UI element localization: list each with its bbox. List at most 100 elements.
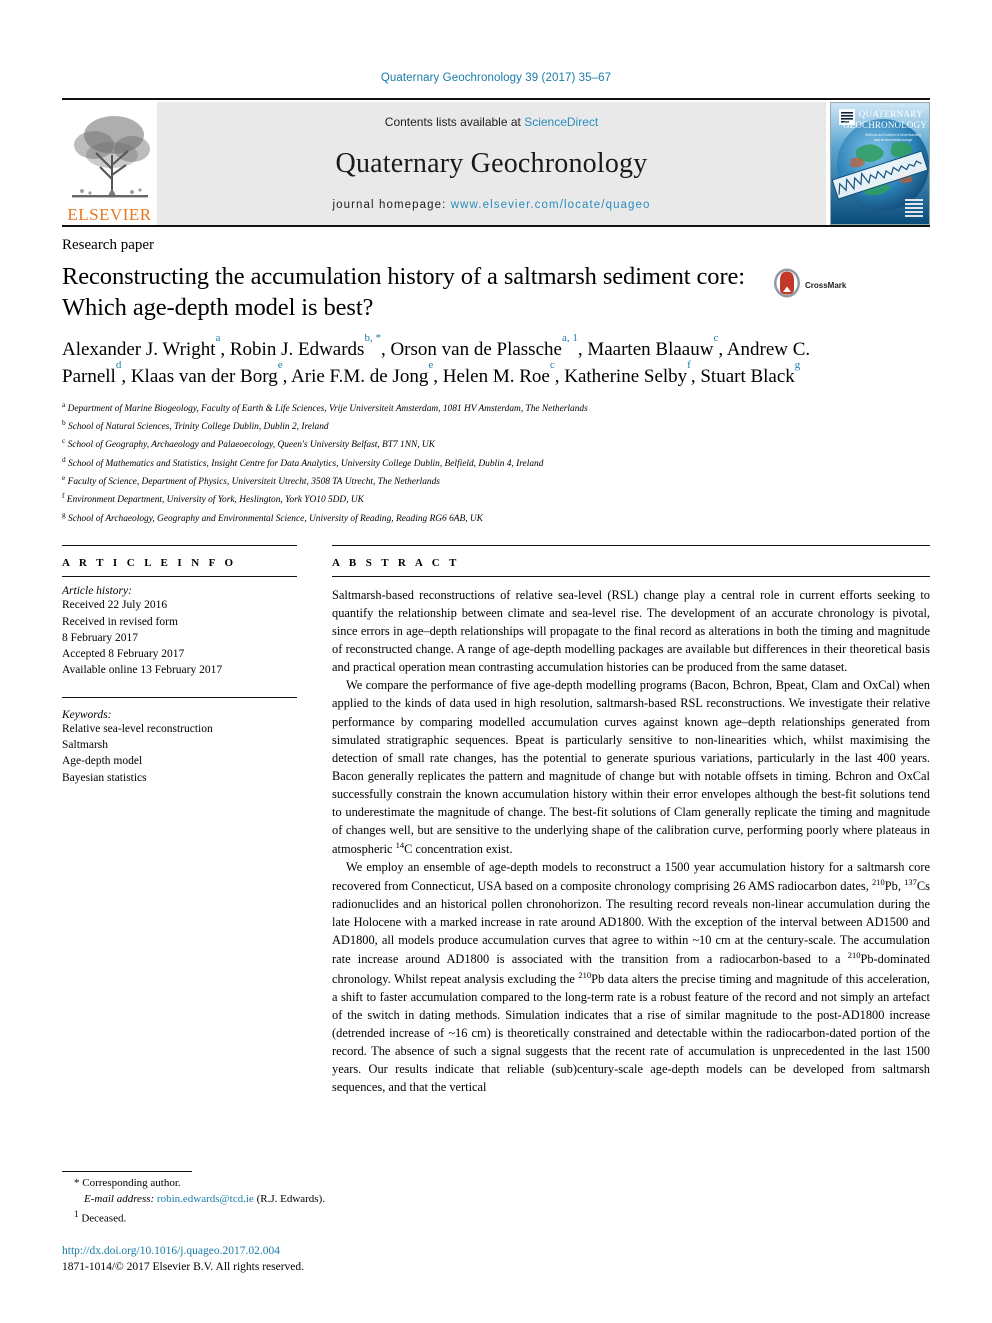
- copyright-line: 1871-1014/© 2017 Elsevier B.V. All right…: [62, 1260, 305, 1273]
- abstract-paragraph: We employ an ensemble of age-depth model…: [332, 860, 931, 1094]
- deceased-mark: 1: [74, 1209, 79, 1220]
- masthead-center-panel: Contents lists available at ScienceDirec…: [157, 102, 826, 225]
- author-affiliation-mark: e: [428, 359, 434, 372]
- article-info-column: A R T I C L E I N F O Article history: R…: [62, 545, 297, 1096]
- author-name: Maarten Blaauw: [587, 338, 714, 360]
- author-name: Orson van de Plassche: [390, 338, 562, 360]
- corresponding-text: Corresponding author.: [82, 1177, 181, 1190]
- deceased-text: Deceased.: [81, 1212, 127, 1225]
- keyword-item: Bayesian statistics: [62, 771, 147, 784]
- info-abstract-columns: A R T I C L E I N F O Article history: R…: [62, 545, 930, 1096]
- author-affiliation-mark: f: [687, 359, 691, 372]
- page-footnotes: * Corresponding author. E-mail address: …: [62, 1171, 482, 1275]
- contents-prefix: Contents lists available at: [384, 115, 525, 129]
- journal-cover-thumbnail: QUATERNARY GEOCHRONOLOGY Methods and Sci…: [830, 102, 930, 225]
- keyword-item: Saltmarsh: [62, 739, 108, 752]
- author-affiliation-mark: b, *: [364, 332, 381, 345]
- elsevier-wordmark: ELSEVIER: [67, 205, 152, 224]
- article-history-line: Received 22 July 2016: [62, 599, 168, 612]
- affiliation-item: a Department of Marine Biogeology, Facul…: [62, 399, 588, 414]
- svg-text:Methods and Science of Underst: Methods and Science of Understanding: [865, 133, 921, 137]
- abstract-paragraph: We compare the performance of five age-d…: [332, 678, 930, 856]
- affiliation-mark: b: [62, 418, 66, 428]
- author-affiliation-mark: a, 1: [561, 332, 578, 345]
- paper-type-label: Research paper: [62, 237, 155, 253]
- email-address-link[interactable]: robin.edwards@tcd.ie: [157, 1193, 254, 1205]
- affiliation-item: f Environment Department, University of …: [62, 491, 364, 506]
- article-history-line: Accepted 8 February 2017: [62, 648, 185, 661]
- affiliation-mark: f: [62, 491, 65, 501]
- elsevier-logo: ELSEVIER: [62, 102, 157, 225]
- crossmark-badge[interactable]: CrossMark: [772, 268, 846, 303]
- masthead-bottom-rule: [62, 225, 930, 227]
- email-suffix: (R.J. Edwards).: [256, 1193, 325, 1206]
- abstract-body: Saltmarsh-based reconstructions of relat…: [332, 586, 930, 1096]
- keyword-item: Relative sea-level reconstruction: [62, 722, 213, 735]
- affiliation-item: b School of Natural Sciences, Trinity Co…: [62, 418, 329, 433]
- article-history-lines: Received 22 July 2016 Received in revised…: [62, 597, 297, 679]
- contents-available-line: Contents lists available at ScienceDirec…: [385, 115, 598, 129]
- author-affiliation-mark: a: [215, 332, 221, 345]
- article-history-line: 8 February 2017: [62, 631, 139, 644]
- author-list: Alexander J. Wrighta, Robin J. Edwardsb,…: [62, 332, 811, 387]
- homepage-prefix: journal homepage:: [332, 199, 451, 211]
- journal-title: Quaternary Geochronology: [335, 148, 648, 179]
- journal-homepage-line: journal homepage: www.elsevier.com/locat…: [332, 199, 650, 211]
- affiliation-mark: c: [62, 436, 66, 446]
- svg-text:QUATERNARY: QUATERNARY: [859, 109, 924, 119]
- svg-text:past environmental change: past environmental change: [874, 138, 913, 142]
- author-name: Helen M. Roe: [442, 365, 550, 387]
- article-header: Research paper Reconstructing the accumu…: [62, 237, 930, 527]
- journal-masthead: ELSEVIER Contents lists available at Sci…: [62, 98, 930, 227]
- keywords-title: Keywords:: [62, 708, 112, 721]
- doi-link[interactable]: http://dx.doi.org/10.1016/j.quageo.2017.…: [62, 1243, 482, 1259]
- deceased-note: 1 Deceased.: [74, 1208, 482, 1228]
- affiliation-mark: d: [62, 454, 66, 464]
- author-name: Arie F.M. de Jong: [291, 365, 429, 387]
- abstract-heading: A B S T R A C T: [332, 557, 460, 570]
- crossmark-logo-icon: [772, 268, 802, 303]
- author-name: Katherine Selby: [564, 365, 688, 387]
- corresponding-author-note: * Corresponding author.: [74, 1176, 482, 1192]
- keywords-block: Keywords: Relative sea-level reconstruct…: [62, 696, 297, 786]
- keywords-lines: Relative sea-level reconstruction Saltmar…: [62, 721, 297, 786]
- author-name: Stuart Black: [700, 365, 795, 387]
- author-affiliation-mark: e: [277, 359, 283, 372]
- crossmark-label: CrossMark: [805, 280, 847, 290]
- author-affiliation-mark: g: [794, 359, 801, 372]
- article-info-heading: A R T I C L E I N F O: [62, 557, 237, 570]
- author-affiliation-mark: d: [115, 359, 122, 372]
- author-affiliation-mark: c: [549, 359, 555, 372]
- article-history-title: Article history:: [62, 585, 132, 598]
- author-name: Klaas van der Borg: [130, 365, 278, 387]
- affiliation-mark: a: [62, 399, 66, 409]
- homepage-url-link[interactable]: www.elsevier.com/locate/quageo: [451, 199, 651, 211]
- author-name: Robin J. Edwards: [229, 338, 365, 360]
- svg-text:GEOCHRONOLOGY: GEOCHRONOLOGY: [843, 120, 927, 130]
- abstract-column: A B S T R A C T Saltmarsh-based reconstr…: [332, 545, 930, 1096]
- email-note: E-mail address: robin.edwards@tcd.ie (R.…: [84, 1192, 482, 1208]
- abstract-paragraph: Saltmarsh-based reconstructions of relat…: [332, 588, 930, 675]
- author-affiliation-mark: c: [713, 332, 719, 345]
- footnote-rule: [62, 1171, 192, 1173]
- doi-block: http://dx.doi.org/10.1016/j.quageo.2017.…: [62, 1243, 482, 1275]
- affiliation-item: d School of Mathematics and Statistics, …: [62, 454, 544, 469]
- sciencedirect-link[interactable]: ScienceDirect: [524, 115, 598, 129]
- corresponding-mark: *: [74, 1177, 80, 1190]
- page-title: Reconstructing the accumulation history …: [62, 263, 745, 321]
- masthead-top-rule: [62, 98, 930, 100]
- article-first-page: Quaternary Geochronology 39 (2017) 35–67: [0, 0, 992, 1323]
- article-history-line: Available online 13 February 2017: [62, 664, 223, 677]
- affiliation-item: c School of Geography, Archaeology and P…: [62, 436, 435, 451]
- elsevier-tree-icon: [66, 109, 154, 205]
- affiliation-mark: e: [62, 473, 66, 483]
- running-head: Quaternary Geochronology 39 (2017) 35–67: [380, 72, 612, 84]
- affiliation-list: a Department of Marine Biogeology, Facul…: [62, 399, 930, 528]
- author-name: Alexander J. Wright: [62, 338, 216, 360]
- affiliation-mark: g: [62, 509, 66, 519]
- affiliation-item: g School of Archaeology, Geography and E…: [62, 509, 483, 524]
- keyword-item: Age-depth model: [62, 755, 143, 768]
- email-label: E-mail address:: [84, 1193, 155, 1206]
- affiliation-item: e Faculty of Science, Department of Phys…: [62, 473, 440, 488]
- article-history-line: Received in revised form: [62, 615, 178, 628]
